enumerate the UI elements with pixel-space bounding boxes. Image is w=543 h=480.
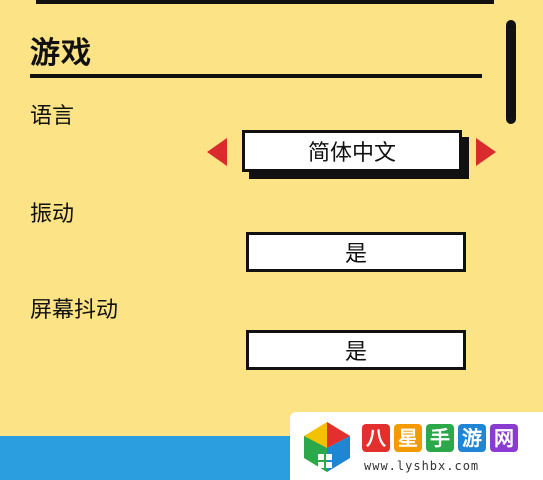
top-divider xyxy=(36,0,494,4)
watermark-logo-icon xyxy=(304,422,350,472)
watermark-char: 星 xyxy=(394,424,422,452)
watermark-char: 游 xyxy=(458,424,486,452)
language-next-arrow-icon[interactable] xyxy=(476,138,496,166)
watermark-char: 手 xyxy=(426,424,454,452)
screen-shake-toggle[interactable]: 是 xyxy=(246,330,466,370)
title-divider xyxy=(30,74,482,78)
vibration-label: 振动 xyxy=(30,202,75,227)
section-title: 游戏 xyxy=(30,36,92,71)
screen-shake-label: 屏幕抖动 xyxy=(30,298,119,323)
language-value: 简体中文 xyxy=(307,141,396,166)
language-selector[interactable]: 简体中文 xyxy=(242,130,462,172)
watermark-url: www.lyshbx.com xyxy=(364,459,480,473)
screen-shake-value: 是 xyxy=(344,340,367,365)
vibration-value: 是 xyxy=(344,242,367,267)
watermark-name: 八 星 手 游 网 xyxy=(362,424,518,452)
watermark-char: 网 xyxy=(490,424,518,452)
vibration-toggle[interactable]: 是 xyxy=(246,232,466,272)
scrollbar-thumb[interactable] xyxy=(506,20,516,124)
language-label: 语言 xyxy=(30,104,75,129)
language-prev-arrow-icon[interactable] xyxy=(207,138,227,166)
watermark-char: 八 xyxy=(362,424,390,452)
